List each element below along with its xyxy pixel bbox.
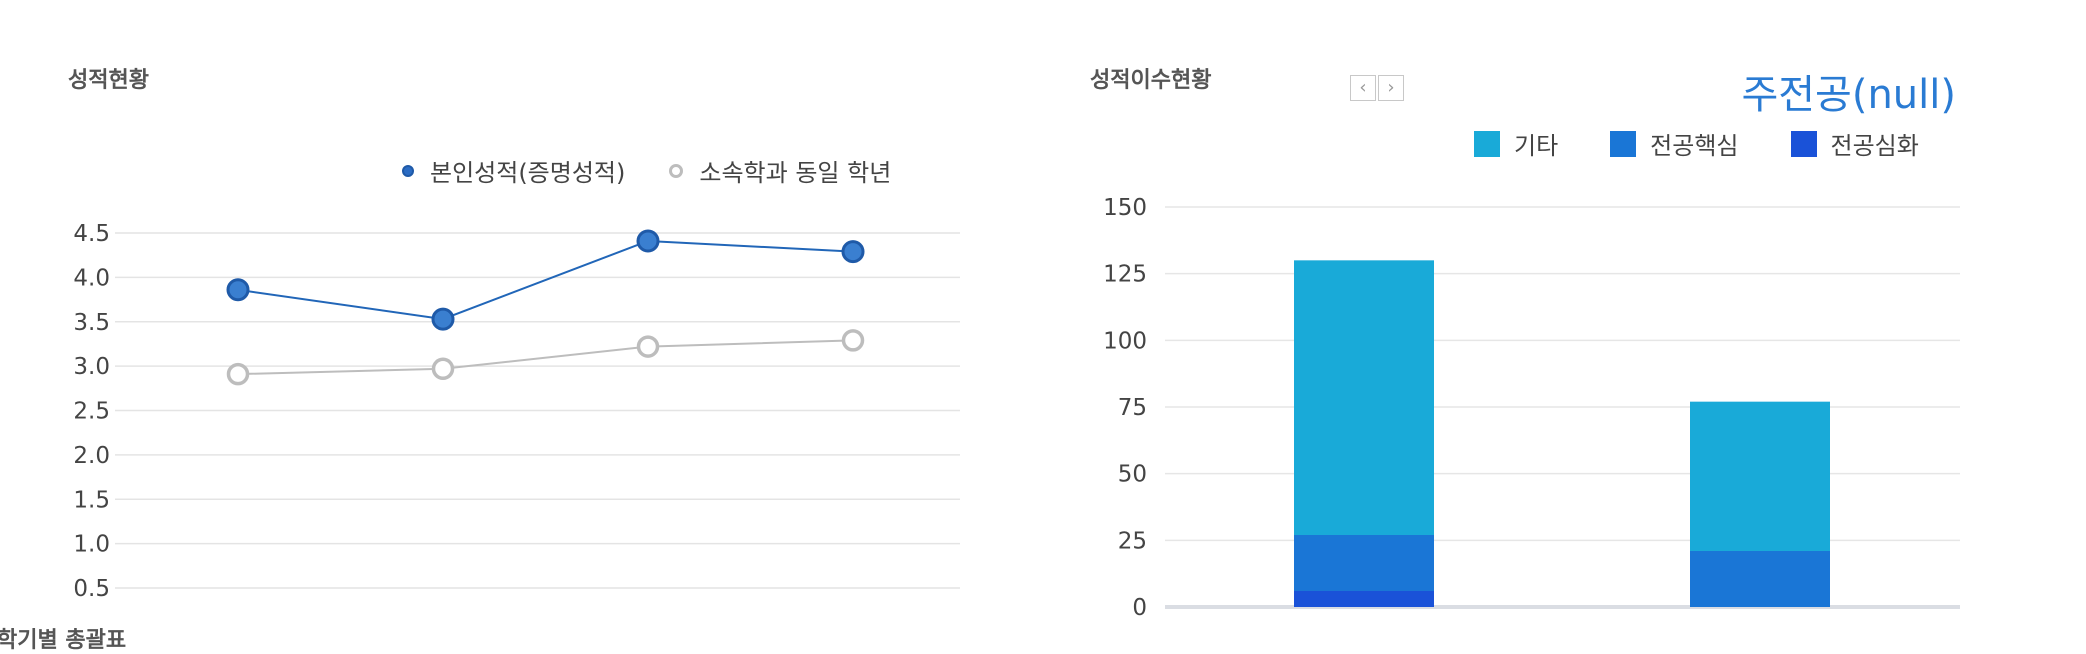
y-tick-label: 50	[1118, 462, 1147, 488]
y-tick-label: 25	[1118, 528, 1147, 554]
y-tick-label: 100	[1103, 328, 1147, 354]
bar-segment-other	[1294, 260, 1434, 535]
y-tick-label: 0	[1132, 595, 1147, 621]
y-tick-label: 75	[1118, 395, 1147, 421]
bar-segment-major-core	[1690, 551, 1830, 607]
credit-stacked-bar-chart: 0 25 50 75 100 125 150	[1103, 195, 1960, 621]
bar-segment-other	[1690, 401, 1830, 551]
y-tick-label: 150	[1103, 195, 1147, 221]
bar-segment-major-core	[1294, 535, 1434, 591]
bar-segment-major-advanced	[1294, 591, 1434, 607]
y-tick-label: 125	[1103, 262, 1147, 288]
semester-summary-title: 학기별 총괄표	[0, 628, 127, 653]
